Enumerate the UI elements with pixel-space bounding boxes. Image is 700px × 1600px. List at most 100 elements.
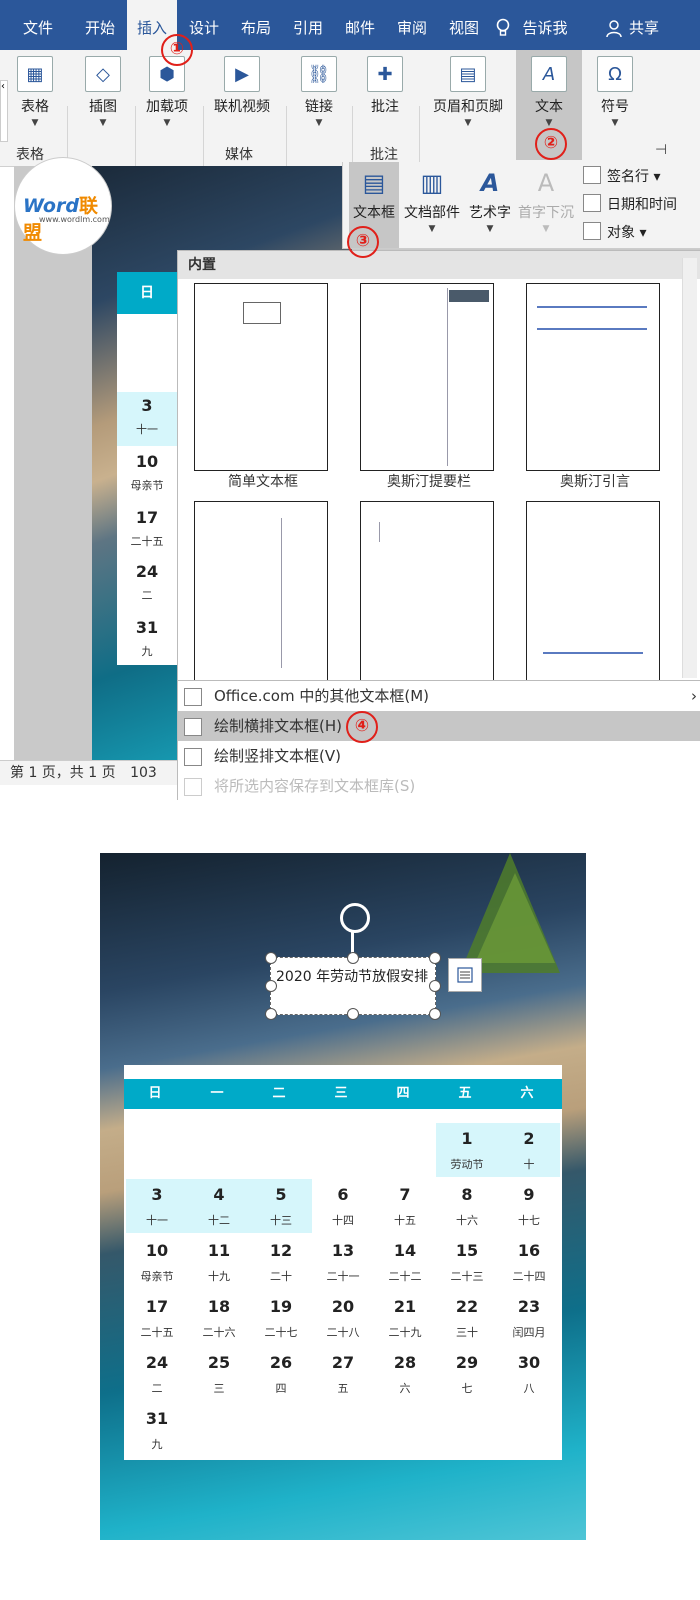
resize-handle[interactable] [265, 1008, 277, 1020]
group-label-comment: 批注 [370, 147, 398, 163]
lunar-label: 二十七 [264, 1326, 298, 1339]
layout-options-button[interactable] [448, 958, 482, 992]
pin-icon[interactable]: ⊣ [655, 142, 667, 158]
lunar-label: 十四 [332, 1214, 354, 1227]
addins-button[interactable]: ⬢ 加载项 ▼ [140, 56, 194, 128]
link-icon: ⛓ [301, 56, 337, 92]
may-2020-calendar: 日 一 二 三 四 五 六 1 劳动节 2 十 3 十一 4 十二 5 十三 6 十四 7 十五 8 十六 9 十… [124, 1065, 562, 1460]
lunar-label: 二十六 [202, 1326, 236, 1339]
lunar-label: 二十一 [326, 1270, 360, 1283]
ribbon-scroll-left-icon[interactable]: ‹ [0, 80, 8, 142]
day-number: 27 [331, 1353, 355, 1372]
thumb-preview [243, 302, 281, 324]
tab-references[interactable]: 引用 [284, 0, 332, 50]
textbox[interactable]: 2020 年劳动节放假安排 [270, 957, 436, 1015]
comment-button[interactable]: ✚ 批注 [360, 56, 410, 116]
day-number: 14 [393, 1241, 417, 1260]
chevron-down-icon: ▼ [611, 118, 619, 128]
day-number: 3 [151, 1185, 163, 1204]
menu-item-save-selection[interactable]: 将所选内容保存到文本框库(S) [178, 771, 700, 800]
resize-handle[interactable] [347, 1008, 359, 1020]
textbox-template[interactable] [194, 501, 328, 689]
resize-handle[interactable] [347, 952, 359, 964]
day-number: 25 [207, 1353, 231, 1372]
resize-handle[interactable] [429, 1008, 441, 1020]
day-number: 9 [523, 1185, 535, 1204]
resize-handle[interactable] [429, 952, 441, 964]
object-icon [583, 222, 601, 240]
online-video-button[interactable]: ▶ 联机视频 [208, 56, 276, 116]
tab-review[interactable]: 审阅 [388, 0, 436, 50]
day-number: 6 [337, 1185, 349, 1204]
table-icon: ▦ [17, 56, 53, 92]
ribbon-insert-panel: ‹ ▦ 表格 ▼ ◇ 插图 ▼ ⬢ 加载项 ▼ ▶ 联机视频 ⛓ 链接 ▼ ✚ … [0, 50, 700, 206]
wordart-button[interactable]: A 艺术字 ▼ [465, 168, 515, 234]
date-time-button[interactable]: 日期和时间 [583, 194, 677, 214]
signature-line-button[interactable]: 签名行 ▾ [583, 166, 660, 186]
symbol-button[interactable]: Ω 符号 ▼ [590, 56, 640, 128]
quick-parts-icon: ▥ [420, 169, 444, 197]
textbox-gallery: 内置 简单文本框 奥斯汀提要栏 奥斯汀引言 [177, 250, 700, 689]
drop-cap-button[interactable]: A 首字下沉 ▼ [515, 168, 577, 234]
calendar-cell: 10 母亲节 [130, 452, 164, 492]
textbox-template-austin-quote[interactable] [526, 283, 660, 471]
calendar-day-cell: 7 十五 [374, 1179, 436, 1233]
resize-handle[interactable] [429, 980, 441, 992]
quick-parts-button[interactable]: ▥ 文档部件 ▼ [401, 168, 463, 234]
tab-file[interactable]: 文件 [14, 0, 62, 50]
calendar-document-preview: 2020 年劳动节放假安排 日 一 二 三 四 五 六 1 劳动节 2 十 3 十一 4 十二… [100, 853, 586, 1540]
day-number: 17 [145, 1297, 169, 1316]
lunar-label: 十九 [208, 1270, 230, 1283]
header-footer-button[interactable]: ▤ 页眉和页脚 ▼ [426, 56, 510, 128]
weekday-header-row: 日 一 二 三 四 五 六 [124, 1079, 562, 1109]
thumb-preview [379, 522, 450, 542]
tell-me-search[interactable]: 告诉我 [514, 0, 576, 50]
tab-view[interactable]: 视图 [440, 0, 488, 50]
textbox-template-austin-sidebar[interactable] [360, 283, 494, 471]
calendar-cell: 31 九 [135, 618, 159, 658]
link-button[interactable]: ⛓ 链接 ▼ [294, 56, 344, 128]
page-count: 第 1 页，共 1 页 [10, 765, 116, 781]
object-button[interactable]: 对象 ▾ [583, 222, 646, 242]
share-button[interactable]: 共享 [624, 0, 664, 50]
template-label: 奥斯汀提要栏 [387, 474, 471, 490]
day-number: 24 [145, 1353, 169, 1372]
resize-handle[interactable] [265, 980, 277, 992]
lunar-label: 三十 [456, 1326, 478, 1339]
text-button[interactable]: A 文本 ▼ [520, 56, 578, 128]
group-label-table: 表格 [16, 147, 44, 163]
textbox-text[interactable]: 2020 年劳动节放假安排 [276, 966, 436, 986]
calendar-day-cell: 4 十二 [188, 1179, 250, 1233]
chevron-down-icon: ▼ [486, 224, 494, 234]
illustrations-button[interactable]: ◇ 插图 ▼ [78, 56, 128, 128]
chevron-down-icon: ▼ [163, 118, 171, 128]
shapes-icon: ◇ [85, 56, 121, 92]
rotate-handle-icon[interactable] [340, 903, 370, 933]
textbox-template[interactable] [360, 501, 494, 689]
tab-home[interactable]: 开始 [76, 0, 124, 50]
textbox-template-simple[interactable] [194, 283, 328, 471]
menu-item-draw-vertical-textbox[interactable]: 绘制竖排文本框(V) [178, 741, 700, 771]
tab-mailings[interactable]: 邮件 [336, 0, 384, 50]
textbox-template[interactable] [526, 501, 660, 689]
day-number: 22 [455, 1297, 479, 1316]
gallery-scrollbar[interactable] [682, 258, 697, 678]
lunar-label: 二 [151, 1382, 163, 1395]
menu-item-more-textboxes[interactable]: Office.com 中的其他文本框(M) › [178, 681, 700, 711]
calendar-day-cell: 22 三十 [436, 1291, 498, 1345]
calendar-day-cell: 20 二十八 [312, 1291, 374, 1345]
table-button[interactable]: ▦ 表格 ▼ [10, 56, 60, 128]
tab-layout[interactable]: 布局 [232, 0, 280, 50]
weekday-header: 一 [210, 1086, 224, 1101]
thumb-preview [537, 328, 647, 330]
mini-calendar: 日 3 十一 10 母亲节 17 二十五 24 二 31 九 [117, 272, 177, 665]
chevron-down-icon: ▼ [428, 224, 436, 234]
chevron-down-icon: ▼ [99, 118, 107, 128]
resize-handle[interactable] [265, 952, 277, 964]
calendar-day-cell: 6 十四 [312, 1179, 374, 1233]
calendar-day-cell: 3 十一 [126, 1179, 188, 1233]
menu-item-draw-horizontal-textbox[interactable]: 绘制横排文本框(H) [178, 711, 700, 741]
textbox-button[interactable]: ▤ 文本框 [349, 168, 399, 222]
day-number: 29 [455, 1353, 479, 1372]
word-count[interactable]: 103 [130, 765, 157, 781]
